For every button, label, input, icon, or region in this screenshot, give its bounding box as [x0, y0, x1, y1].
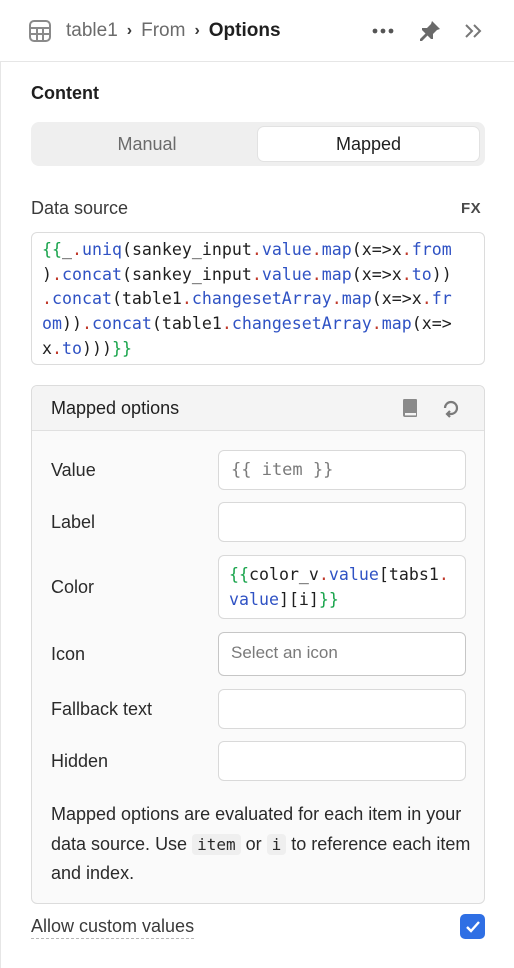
value-label: Value — [51, 460, 96, 480]
breadcrumb-options: Options — [208, 20, 281, 41]
breadcrumb-separator-icon: › — [194, 22, 200, 39]
double-chevron-right-icon[interactable] — [457, 15, 489, 47]
icon-select-placeholder: Select an icon — [231, 643, 338, 662]
panel-left-border — [0, 62, 1, 968]
color-code: {{color_v.value[tabs1. value][i]}} — [229, 565, 449, 609]
mapped-options-help-text: Mapped options are evaluated for each it… — [51, 804, 471, 883]
code-line: .concat(table1.changesetArray.map(x=>x.f… — [42, 289, 452, 309]
segment-mapped[interactable]: Mapped — [258, 127, 479, 161]
content-section-title: Content — [31, 83, 99, 103]
data-source-code-editor[interactable]: {{_.uniq(sankey_input.value.map(x=>x.fro… — [31, 232, 485, 365]
checkmark-icon — [465, 921, 480, 933]
icon-label: Icon — [51, 644, 86, 664]
value-placeholder: {{ item }} — [231, 460, 334, 480]
book-icon[interactable] — [401, 398, 419, 423]
fx-toggle-button[interactable]: FX — [461, 200, 481, 217]
mode-segmented-control: Manual Mapped — [31, 122, 485, 166]
mapped-options-title: Mapped options — [51, 398, 180, 418]
reset-icon[interactable] — [439, 397, 461, 424]
code-line: x.to)))}} — [42, 338, 132, 358]
inspector-header: table1 › From › Options — [0, 0, 514, 62]
allow-custom-values-label: Allow custom values — [31, 916, 195, 939]
hidden-input[interactable] — [218, 741, 466, 781]
allow-custom-values-checkbox[interactable] — [460, 914, 485, 939]
icon-select[interactable]: Select an icon — [218, 632, 466, 676]
breadcrumb: table1 › From › Options — [66, 18, 281, 44]
data-source-label: Data source — [31, 198, 129, 218]
more-dots-icon[interactable] — [367, 15, 399, 47]
breadcrumb-separator-icon: › — [126, 22, 133, 39]
mapped-options-panel: Mapped options Value {{ item }} Label Co… — [31, 385, 485, 904]
grid-icon — [29, 20, 51, 42]
fallback-text-input[interactable] — [218, 689, 466, 729]
code-line: {{_.uniq(sankey_input.value.map(x=>x.fro… — [42, 240, 452, 259]
mapped-options-header: Mapped options — [32, 386, 484, 431]
item-code-chip: item — [192, 833, 241, 855]
color-code-input[interactable]: {{color_v.value[tabs1. value][i]}} — [218, 555, 466, 619]
label-field-label: Label — [51, 512, 96, 532]
code-line: om)).concat(table1.changesetArray.map(x=… — [42, 314, 452, 334]
pin-icon[interactable] — [414, 15, 446, 47]
code-line: ).concat(sankey_input.value.map(x=>x.to)… — [42, 264, 452, 284]
value-input[interactable]: {{ item }} — [218, 450, 466, 490]
fallback-text-label: Fallback text — [51, 699, 153, 719]
segment-manual[interactable]: Manual — [37, 127, 257, 161]
label-input[interactable] — [218, 502, 466, 542]
breadcrumb-table1[interactable]: table1 — [66, 20, 118, 42]
color-label: Color — [51, 577, 95, 597]
hidden-label: Hidden — [51, 751, 109, 771]
index-code-chip: i — [266, 833, 287, 855]
breadcrumb-from[interactable]: From — [141, 20, 185, 42]
